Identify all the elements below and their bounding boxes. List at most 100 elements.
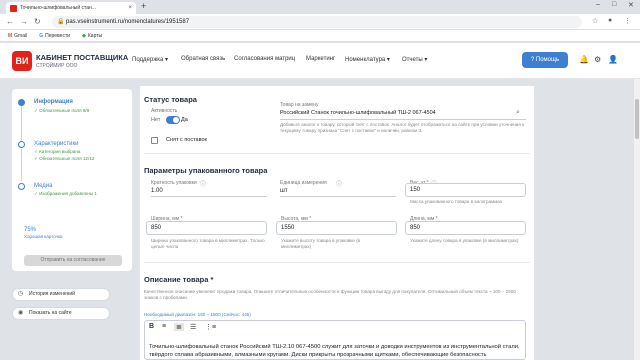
progress-sidebar: Информация ✓ Обязательные поля 9/9 Харак…: [12, 89, 132, 271]
height-hint: Укажите высоту товара в упаковке (в милл…: [281, 238, 361, 249]
new-tab-button[interactable]: +: [141, 1, 146, 11]
logo[interactable]: ВИ: [12, 51, 32, 71]
unit-underline: [280, 196, 396, 197]
lock-icon: 🔒: [57, 19, 65, 25]
send-for-approval-button[interactable]: Отправить на согласование: [24, 255, 122, 266]
menu-marketing[interactable]: Маркетинг: [306, 56, 335, 62]
discontinued-label: Снят с поставок: [166, 137, 207, 143]
close-window-icon[interactable]: ✕: [628, 1, 634, 9]
reload-icon[interactable]: ↻: [34, 17, 41, 26]
bookmarks-bar: M Gmail G Перевести ◆ Карты: [0, 30, 640, 42]
step-sub: ✓ Категория выбрана: [34, 149, 81, 154]
description-editor[interactable]: B ≡ ≣ ☰ ⋮≡ Точильно-шлифовальный станок …: [144, 320, 526, 360]
bookmark-maps[interactable]: ◆ Карты: [82, 33, 102, 39]
page-scrollbar[interactable]: [634, 79, 640, 360]
multiplicity-underline: [151, 196, 267, 197]
step-sub: ✓ Обязательные поля 9/9: [34, 108, 90, 113]
maximize-icon[interactable]: □: [612, 1, 616, 8]
translate-icon: G: [39, 32, 44, 39]
description-text[interactable]: Точильно-шлифовальный станок Российский …: [149, 343, 523, 359]
history-label: История изменений: [29, 291, 75, 297]
menu-matrix-approvals[interactable]: Согласования матриц: [234, 56, 295, 62]
help-button[interactable]: ? Помощь: [522, 52, 568, 68]
minimize-icon[interactable]: –: [596, 1, 600, 8]
menu-nomenclature[interactable]: Номенклатура ▾: [345, 56, 390, 63]
replacement-value[interactable]: Российский Станок точильно-шлифовальный …: [280, 110, 436, 116]
length-hint: Укажите длину товара в упаковке (в милли…: [410, 238, 519, 243]
bookmark-gmail[interactable]: M Gmail: [8, 33, 27, 39]
tab-title: Точильно-шлифовальный стан...: [20, 5, 96, 11]
settings-icon[interactable]: ⚙: [594, 55, 601, 64]
info-icon[interactable]: ⓘ: [200, 179, 206, 188]
progress-percent: 75%: [24, 227, 37, 233]
replacement-label: Товар на замену: [280, 102, 319, 108]
tab-close-icon[interactable]: ×: [128, 5, 132, 11]
multiplicity-label: Кратность упаковки: [151, 180, 197, 186]
step-dot: [18, 99, 25, 106]
step-connector: [21, 149, 22, 181]
bookmark-translate[interactable]: G Перевести: [39, 33, 70, 39]
unit-value[interactable]: шт: [280, 188, 288, 194]
forward-icon[interactable]: →: [20, 17, 28, 26]
step-dot: [18, 183, 25, 190]
app-header: ВИ КАБИНЕТ ПОСТАВЩИКА СТРОЙМИР ООО Подде…: [0, 43, 640, 79]
replacement-underline: [280, 119, 526, 120]
unit-label: Единица измерения: [280, 180, 327, 186]
bulleted-list-icon[interactable]: ☰: [190, 323, 196, 331]
scrollbar-thumb[interactable]: [635, 99, 639, 139]
search-icon[interactable]: ⌕: [516, 109, 520, 117]
step-connector: [21, 105, 22, 145]
show-on-site-button[interactable]: ◉ Показать на сайте: [12, 307, 110, 320]
activity-label: Активность: [151, 108, 178, 114]
weight-hint: Масса упакованного товара в килограммах: [410, 199, 503, 204]
browser-tab[interactable]: Точильно-шлифовальный стан... ×: [6, 2, 136, 14]
gmail-icon: M: [8, 32, 13, 39]
user-icon[interactable]: 👤: [608, 55, 618, 64]
length-input[interactable]: 850: [405, 221, 526, 235]
maps-icon: ◆: [82, 32, 86, 39]
menu-reports[interactable]: Отчеты ▾: [402, 56, 427, 63]
url-input[interactable]: 🔒 pas.vseinstrumenti.ru/nomenclatures/19…: [52, 16, 582, 28]
weight-input[interactable]: 150: [405, 183, 526, 197]
width-input[interactable]: 850: [146, 221, 267, 235]
menu-feedback[interactable]: Обратная связь: [181, 56, 225, 62]
step-dot: [18, 141, 25, 148]
step-title: Информация: [34, 99, 73, 105]
bell-icon[interactable]: 🔔: [579, 55, 589, 64]
divider: [144, 262, 530, 263]
height-input[interactable]: 1550: [276, 221, 397, 235]
bookmark-label: Gmail: [14, 32, 28, 39]
description-counter: Необходимый диапазон: 150 – 1500 (Сейчас…: [144, 312, 251, 317]
align-left-icon[interactable]: ≡: [162, 323, 166, 330]
progress-caption: Хорошая карточка: [24, 234, 63, 239]
step-title: Характеристики: [34, 141, 79, 147]
multiplicity-value[interactable]: 1.00: [151, 188, 163, 194]
numbered-list-icon[interactable]: ⋮≡: [205, 323, 216, 331]
toggle-off-label: Нет: [151, 117, 161, 123]
replacement-hint: Добавьте аналог к товару, который снят с…: [280, 122, 525, 133]
site-favicon-icon: [10, 4, 17, 12]
address-bar-row: ← → ↻ 🔒 pas.vseinstrumenti.ru/nomenclatu…: [0, 14, 640, 30]
star-icon[interactable]: ☆: [592, 17, 598, 25]
menu-support[interactable]: Поддержка ▾: [132, 56, 168, 63]
back-icon[interactable]: ←: [6, 17, 14, 26]
profile-icon[interactable]: ●: [608, 17, 612, 24]
browser-menu-icon[interactable]: ⋮: [624, 17, 631, 25]
info-icon[interactable]: ⓘ: [336, 179, 342, 188]
history-button[interactable]: ◷ История изменений: [12, 288, 110, 301]
brand-title: КАБИНЕТ ПОСТАВЩИКА: [36, 53, 129, 62]
align-justify-icon[interactable]: ≣: [174, 323, 184, 331]
discontinued-checkbox[interactable]: [151, 137, 158, 144]
eye-icon: ◉: [18, 310, 24, 316]
history-icon: ◷: [18, 291, 24, 297]
width-hint: Ширина упакованного товара в миллиметрах…: [151, 238, 265, 249]
bold-icon[interactable]: B: [149, 323, 154, 330]
divider: [144, 153, 530, 154]
status-heading: Статус товара: [144, 95, 197, 104]
description-hint: Качественное описание увеличит продажи т…: [144, 289, 516, 300]
step-sub: ✓ Изображения добавлены 1: [34, 191, 97, 196]
description-heading: Описание товара *: [144, 275, 214, 284]
activity-toggle[interactable]: [166, 116, 180, 124]
step-title: Медиа: [34, 183, 53, 189]
toggle-on-label: Да: [181, 117, 188, 123]
